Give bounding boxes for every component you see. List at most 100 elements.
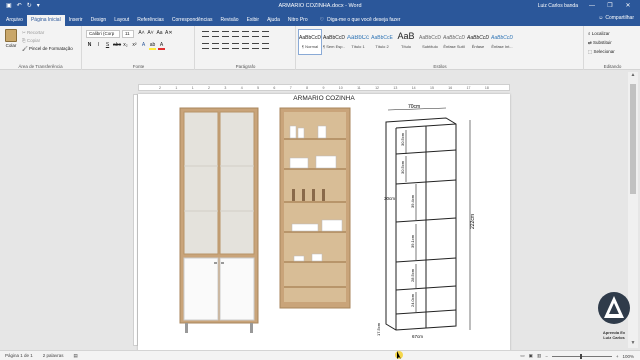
- ribbon: Colar ✂ Recortar ⎘ Copiar 🖌 Pincel de Fo…: [0, 26, 640, 70]
- replace-label: Substituir: [593, 40, 612, 45]
- font-size-select[interactable]: 11: [122, 30, 134, 38]
- find-button[interactable]: ⌕ Localizar: [588, 29, 615, 38]
- borders-icon[interactable]: [262, 43, 269, 49]
- print-layout-icon[interactable]: ▣: [529, 353, 533, 359]
- align-center-icon[interactable]: [212, 43, 219, 49]
- style-sample: AaBbCcE: [371, 35, 393, 41]
- text-effects-icon[interactable]: A: [140, 42, 147, 50]
- superscript-button[interactable]: x²: [131, 42, 138, 50]
- show-marks-icon[interactable]: [262, 31, 269, 37]
- paragraph-group-label: Parágrafo: [235, 64, 256, 69]
- style-subtle-emphasis[interactable]: AaBbCcDd Ênfase Sutil: [442, 29, 466, 55]
- bold-button[interactable]: N: [86, 42, 93, 50]
- font-color-icon[interactable]: A: [158, 42, 165, 50]
- italic-button[interactable]: I: [95, 42, 102, 50]
- minimize-button[interactable]: —: [584, 1, 600, 12]
- copy-button[interactable]: ⎘ Copiar: [22, 37, 73, 45]
- style-normal[interactable]: AaBbCcDd ¶ Normal: [298, 29, 322, 55]
- document-heading[interactable]: ARMARIO COZINHA: [138, 95, 510, 102]
- dim-shelf-a: 30.5cm: [400, 132, 405, 146]
- horizontal-ruler[interactable]: 2 1 1 2 3 4 5 6 7 8 9 10 11 12 13 14 15 16 17 18: [138, 84, 510, 91]
- mouse-cursor-icon: [395, 351, 403, 359]
- share-button[interactable]: ☺ Compartilhar: [598, 15, 634, 21]
- scroll-thumb[interactable]: [630, 84, 636, 194]
- page-count[interactable]: Página 1 de 1: [5, 353, 33, 359]
- style-emphasis[interactable]: AaBbCcDd Ênfase: [466, 29, 490, 55]
- proofing-icon[interactable]: ▤: [74, 353, 78, 359]
- restore-button[interactable]: ❐: [602, 1, 618, 12]
- tab-correspondencias[interactable]: Correspondências: [168, 15, 217, 26]
- channel-watermark: Aprenda Ex Luiz Carlos: [594, 288, 634, 350]
- tab-layout[interactable]: Layout: [110, 15, 133, 26]
- style-heading-1[interactable]: AaBbCc Título 1: [346, 29, 370, 55]
- tab-arquivo[interactable]: Arquivo: [2, 15, 27, 26]
- tab-nitro-pro[interactable]: Nitro Pro: [284, 15, 312, 26]
- paste-button[interactable]: Colar: [2, 28, 20, 54]
- font-name-select[interactable]: Calibri (Corp: [86, 30, 120, 38]
- user-name[interactable]: Luiz Carlos banda: [538, 3, 578, 9]
- tab-revisao[interactable]: Revisão: [216, 15, 242, 26]
- web-layout-icon[interactable]: ▥: [537, 353, 541, 359]
- person-icon: ☺: [598, 15, 604, 21]
- style-title[interactable]: AaB Título: [394, 29, 418, 55]
- format-painter-button[interactable]: 🖌 Pincel de Formatação: [22, 45, 73, 53]
- tab-design[interactable]: Design: [87, 15, 111, 26]
- zoom-slider-knob[interactable]: [579, 353, 582, 359]
- tab-ajuda[interactable]: Ajuda: [263, 15, 284, 26]
- shrink-font-icon[interactable]: A˅: [147, 30, 154, 36]
- zoom-level[interactable]: 100%: [622, 354, 634, 359]
- shading-icon[interactable]: [252, 43, 259, 49]
- justify-icon[interactable]: [232, 43, 239, 49]
- decrease-indent-icon[interactable]: [232, 31, 239, 37]
- line-spacing-icon[interactable]: [242, 43, 249, 49]
- zoom-in-icon[interactable]: +: [616, 354, 619, 359]
- tab-exibir[interactable]: Exibir: [243, 15, 264, 26]
- select-button[interactable]: ⬚ Selecionar: [588, 47, 615, 56]
- replace-button[interactable]: ⇄ Substituir: [588, 38, 615, 47]
- highlight-icon[interactable]: ab: [149, 42, 156, 50]
- close-button[interactable]: ✕: [620, 1, 636, 12]
- tab-inserir[interactable]: Inserir: [65, 15, 87, 26]
- numbering-icon[interactable]: [212, 31, 219, 37]
- zoom-slider[interactable]: [551, 353, 612, 359]
- style-name: Título: [400, 44, 411, 49]
- clipboard-group: Colar ✂ Recortar ⎘ Copiar 🖌 Pincel de Fo…: [0, 26, 82, 70]
- tell-me-box[interactable]: ♡ Diga-me o que você deseja fazer: [316, 15, 405, 26]
- style-sample: AaBbCcDd: [299, 35, 321, 41]
- word-count[interactable]: 2 palavras: [43, 353, 64, 359]
- tab-pagina-inicial[interactable]: Página Inicial: [26, 15, 65, 26]
- dim-base: 17.5cm: [376, 322, 381, 336]
- scroll-up-icon[interactable]: ▲: [628, 72, 638, 80]
- increase-indent-icon[interactable]: [242, 31, 249, 37]
- paragraph-group: Parágrafo: [196, 26, 296, 70]
- cabinet-technical-drawing[interactable]: 70cm 222cm 30cm 30.5cm 30.5cm 39.4cm 39.…: [376, 104, 496, 340]
- style-sample: AaBbCcDd: [491, 35, 513, 41]
- subscript-button[interactable]: x₂: [122, 42, 129, 50]
- style-subtitle[interactable]: AaBbCcD Subtítulo: [418, 29, 442, 55]
- cabinet-photo-open[interactable]: [278, 106, 352, 316]
- document-page[interactable]: ARMARIO COZINHA 70cm 222cm 30cm 30.5cm 3…: [138, 94, 510, 352]
- underline-button[interactable]: S: [104, 42, 111, 50]
- align-right-icon[interactable]: [222, 43, 229, 49]
- read-mode-icon[interactable]: ▭: [520, 353, 524, 359]
- align-left-icon[interactable]: [202, 43, 209, 49]
- cabinet-photo-closed[interactable]: [178, 106, 260, 338]
- change-case-icon[interactable]: Aa: [156, 30, 163, 36]
- brush-icon: 🖌: [22, 46, 29, 51]
- style-heading-2[interactable]: AaBbCcE Título 2: [370, 29, 394, 55]
- tab-referencias[interactable]: Referências: [133, 15, 168, 26]
- style-intense-emphasis[interactable]: AaBbCcDd Ênfase Int...: [490, 29, 514, 55]
- ruler-number: 14: [411, 86, 416, 90]
- zoom-out-icon[interactable]: −: [545, 354, 548, 359]
- cut-button[interactable]: ✂ Recortar: [22, 29, 73, 37]
- ruler-number: 13: [393, 86, 398, 90]
- bullets-icon[interactable]: [202, 31, 209, 37]
- style-no-spacing[interactable]: AaBbCcDd ¶ Sem Esp...: [322, 29, 346, 55]
- sort-icon[interactable]: [252, 31, 259, 37]
- tell-me-text: Diga-me o que você deseja fazer: [327, 17, 401, 23]
- styles-gallery: AaBbCcDd¶ Normal AaBbCcDd¶ Sem Esp... Aa…: [298, 29, 514, 55]
- clear-format-icon[interactable]: A✕: [165, 30, 173, 36]
- multilevel-list-icon[interactable]: [222, 31, 229, 37]
- strikethrough-button[interactable]: abc: [113, 42, 121, 50]
- grow-font-icon[interactable]: A˄: [138, 30, 145, 36]
